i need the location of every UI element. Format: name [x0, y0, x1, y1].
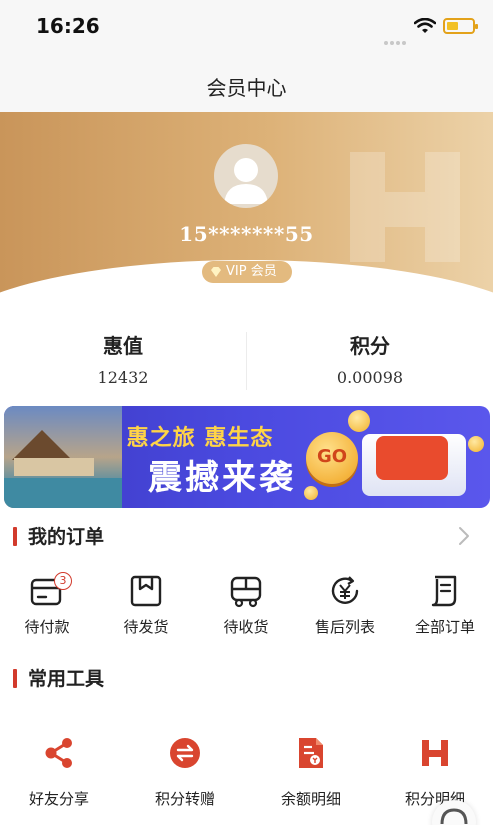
order-label: 待付款 — [24, 618, 70, 636]
coin-icon — [348, 410, 370, 432]
battery-icon — [443, 18, 478, 34]
page-title: 会员中心 — [206, 76, 287, 100]
headset-icon — [440, 808, 468, 825]
banner-subtitle: 惠之旅 惠生态 — [126, 426, 274, 451]
after-sales-icon — [331, 576, 359, 604]
tool-share[interactable]: 好友分享 — [4, 736, 114, 812]
order-label: 待收货 — [223, 618, 269, 636]
stat-label: 惠值 — [103, 334, 143, 358]
coin-icon — [468, 436, 484, 452]
order-after-sales[interactable]: 售后列表 — [300, 574, 390, 642]
tools-shortcuts: 好友分享 积分转赠 余额明细 积分明细 — [0, 736, 493, 816]
tools-header: 常用工具 — [0, 662, 493, 694]
pending-shipment-icon — [130, 575, 162, 607]
order-pending-payment[interactable]: 3 待付款 — [2, 572, 92, 642]
stat-label: 积分 — [350, 334, 390, 358]
stats-panel: 惠值 12432 积分 0.00098 — [0, 328, 493, 400]
wifi-icon — [414, 18, 436, 33]
truck-icon — [230, 576, 262, 608]
avatar[interactable] — [214, 144, 278, 208]
tool-label: 积分转赠 — [154, 790, 215, 808]
tool-points-transfer[interactable]: 积分转赠 — [130, 736, 240, 812]
section-accent-bar — [13, 527, 17, 546]
diamond-icon — [211, 267, 221, 277]
order-label: 全部订单 — [414, 618, 475, 636]
chevron-right-icon[interactable] — [458, 526, 470, 546]
red-envelope-icon — [376, 436, 448, 480]
section-title: 常用工具 — [28, 668, 105, 690]
order-label: 售后列表 — [314, 618, 375, 636]
section-accent-bar — [13, 669, 17, 688]
section-title: 我的订单 — [28, 526, 105, 548]
points-detail-icon — [422, 740, 448, 766]
customer-service-button[interactable] — [432, 800, 476, 825]
user-phone: 15*******55 — [179, 222, 314, 246]
vip-label: VIP 会员 — [226, 264, 277, 279]
order-label: 待发货 — [123, 618, 169, 636]
order-pending-receipt[interactable]: 待收货 — [201, 574, 291, 642]
tool-label: 余额明细 — [280, 790, 341, 808]
stat-value: 12432 — [97, 368, 149, 387]
points-transfer-icon — [170, 738, 200, 768]
go-label: GO — [316, 446, 348, 467]
go-button[interactable]: GO — [306, 432, 358, 484]
all-orders-icon — [431, 575, 457, 607]
nav-bar: 会员中心 — [0, 50, 493, 112]
share-icon — [45, 738, 72, 768]
user-icon — [224, 158, 268, 204]
order-count-badge: 3 — [54, 572, 72, 590]
stat-huizhi[interactable]: 惠值 12432 — [0, 328, 246, 387]
status-time: 16:26 — [36, 14, 100, 38]
order-pending-shipment[interactable]: 待发货 — [101, 574, 191, 642]
resort-image — [4, 406, 122, 508]
promo-banner[interactable]: 惠之旅 惠生态 震撼来袭 GO — [4, 406, 490, 508]
order-all[interactable]: 全部订单 — [400, 574, 490, 642]
tool-label: 好友分享 — [28, 790, 89, 808]
banner-title: 震撼来袭 — [148, 458, 296, 498]
order-shortcuts: 3 待付款 待发货 待收货 售后列表 全部订单 — [0, 572, 493, 642]
profile-header: 15*******55 VIP 会员 — [0, 112, 493, 312]
orders-header[interactable]: 我的订单 — [0, 520, 493, 552]
brand-watermark-icon — [350, 152, 460, 262]
stat-points[interactable]: 积分 0.00098 — [247, 328, 493, 387]
vip-badge: VIP 会员 — [202, 261, 292, 283]
stat-value: 0.00098 — [336, 368, 404, 387]
signal-icon — [384, 30, 410, 45]
balance-detail-icon — [299, 738, 323, 768]
status-bar: 16:26 — [0, 0, 493, 50]
tool-balance-detail[interactable]: 余额明细 — [256, 736, 366, 812]
coin-icon — [304, 486, 318, 500]
